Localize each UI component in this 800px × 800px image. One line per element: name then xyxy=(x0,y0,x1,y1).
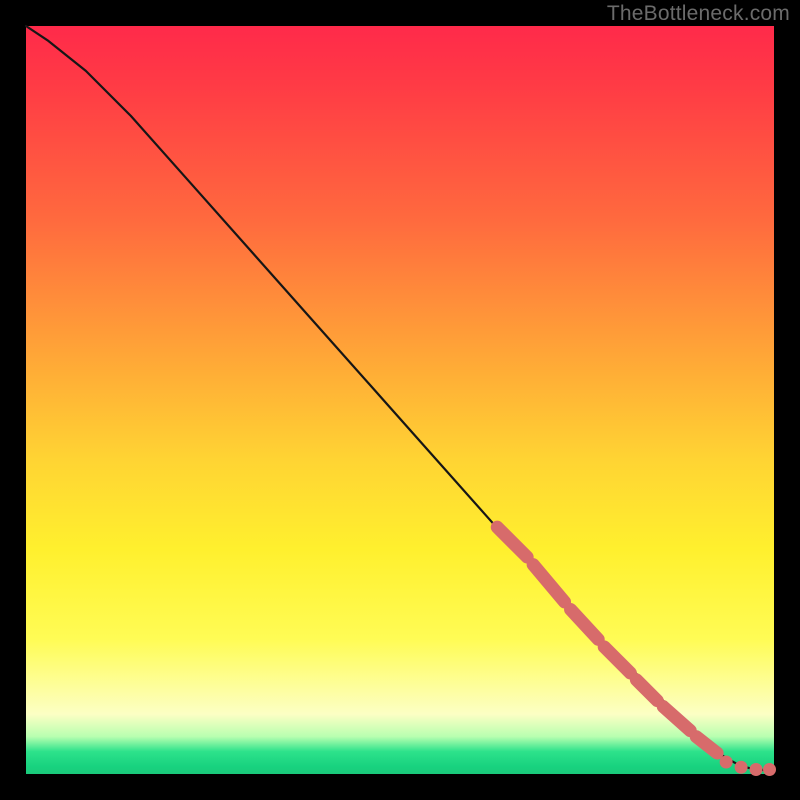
highlight-segment xyxy=(696,737,717,753)
tail-dot xyxy=(735,761,748,774)
highlight-segment xyxy=(497,527,527,557)
tail-dot xyxy=(763,763,776,776)
tail-dot xyxy=(750,763,763,776)
highlighted-segments xyxy=(497,527,717,753)
tail-dots xyxy=(720,756,776,776)
highlight-segment xyxy=(571,609,599,639)
main-curve xyxy=(26,26,770,770)
plot-area xyxy=(26,26,774,774)
tail-dot xyxy=(720,756,733,769)
watermark-text: TheBottleneck.com xyxy=(607,2,790,26)
curve-svg xyxy=(26,26,774,774)
chart-frame: TheBottleneck.com xyxy=(0,0,800,800)
highlight-segment xyxy=(604,647,630,673)
highlight-segment xyxy=(636,680,657,701)
highlight-segment xyxy=(533,565,564,602)
highlight-segment xyxy=(663,707,690,731)
